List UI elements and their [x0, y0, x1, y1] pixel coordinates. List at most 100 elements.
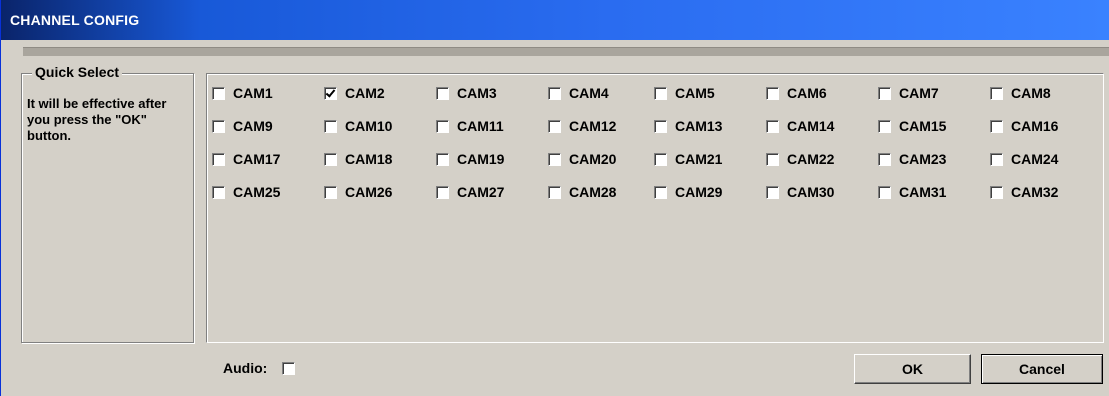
cam-checkbox-item[interactable]: CAM6 [766, 83, 827, 103]
cam-checkbox-item[interactable]: CAM10 [324, 116, 392, 136]
cam-checkbox-item[interactable]: CAM24 [990, 149, 1058, 169]
cam-checkbox[interactable] [878, 152, 891, 166]
cam-label: CAM18 [345, 151, 393, 167]
cam-label: CAM21 [675, 151, 723, 167]
cam-checkbox-item[interactable]: CAM2 [324, 83, 385, 103]
cam-checkbox-item[interactable]: CAM7 [878, 83, 939, 103]
audio-label: Audio: [223, 360, 268, 376]
cam-label: CAM1 [233, 85, 273, 101]
cam-checkbox-item[interactable]: CAM9 [212, 116, 273, 136]
cam-label: CAM12 [569, 118, 617, 134]
cam-checkbox[interactable] [212, 119, 225, 133]
cam-label: CAM4 [569, 85, 609, 101]
cam-checkbox-item[interactable]: CAM32 [990, 182, 1058, 202]
cam-checkbox[interactable] [878, 119, 891, 133]
cam-checkbox[interactable] [436, 119, 449, 133]
cam-checkbox-item[interactable]: CAM12 [548, 116, 616, 136]
cam-checkbox-item[interactable]: CAM3 [436, 83, 497, 103]
ok-button[interactable]: OK [854, 354, 971, 384]
cam-checkbox[interactable] [654, 185, 667, 199]
cam-checkbox-item[interactable]: CAM17 [212, 149, 280, 169]
cam-label: CAM11 [457, 118, 504, 134]
cam-checkbox-item[interactable]: CAM21 [654, 149, 722, 169]
cam-checkbox[interactable] [878, 86, 891, 100]
cam-checkbox[interactable] [654, 119, 667, 133]
cam-checkbox[interactable] [548, 119, 561, 133]
cam-label: CAM23 [899, 151, 947, 167]
cam-checkbox[interactable] [436, 185, 449, 199]
cam-label: CAM25 [233, 184, 281, 200]
cam-checkbox-item[interactable]: CAM18 [324, 149, 392, 169]
channel-config-window: CHANNEL CONFIG Quick Select It will be e… [0, 0, 1109, 396]
cam-checkbox-item[interactable]: CAM25 [212, 182, 280, 202]
cam-checkbox[interactable] [548, 152, 561, 166]
cam-checkbox-item[interactable]: CAM5 [654, 83, 715, 103]
cam-checkbox-item[interactable]: CAM14 [766, 116, 834, 136]
cam-checkbox[interactable] [654, 152, 667, 166]
cam-checkbox[interactable] [878, 185, 891, 199]
cam-checkbox[interactable] [766, 185, 779, 199]
cam-label: CAM8 [1011, 85, 1051, 101]
cam-label: CAM7 [899, 85, 939, 101]
cam-checkbox-item[interactable]: CAM13 [654, 116, 722, 136]
cam-checkbox-item[interactable]: CAM26 [324, 182, 392, 202]
cam-checkbox[interactable] [436, 86, 449, 100]
cam-label: CAM30 [787, 184, 835, 200]
cam-label: CAM28 [569, 184, 617, 200]
cam-checkbox-item[interactable]: CAM1 [212, 83, 273, 103]
cam-checkbox-item[interactable]: CAM23 [878, 149, 946, 169]
cam-checkbox-item[interactable]: CAM29 [654, 182, 722, 202]
window-title: CHANNEL CONFIG [10, 12, 140, 28]
cam-checkbox[interactable] [990, 86, 1003, 100]
quick-select-legend: Quick Select [32, 64, 123, 80]
cam-label: CAM26 [345, 184, 393, 200]
cam-checkbox[interactable] [990, 152, 1003, 166]
cam-checkbox[interactable] [324, 152, 337, 166]
cam-checkbox-item[interactable]: CAM11 [436, 116, 504, 136]
cam-checkbox[interactable] [548, 185, 561, 199]
cam-label: CAM14 [787, 118, 835, 134]
cam-checkbox[interactable] [990, 119, 1003, 133]
cam-label: CAM9 [233, 118, 273, 134]
cam-label: CAM31 [899, 184, 947, 200]
cam-checkbox-item[interactable]: CAM15 [878, 116, 946, 136]
cam-checkbox-item[interactable]: CAM27 [436, 182, 504, 202]
cam-label: CAM29 [675, 184, 723, 200]
cancel-button[interactable]: Cancel [981, 354, 1103, 384]
cam-label: CAM2 [345, 85, 385, 101]
cam-checkbox-item[interactable]: CAM31 [878, 182, 946, 202]
cam-label: CAM3 [457, 85, 497, 101]
cam-label: CAM20 [569, 151, 617, 167]
cam-checkbox-item[interactable]: CAM4 [548, 83, 609, 103]
cam-checkbox[interactable] [212, 152, 225, 166]
cam-checkbox[interactable] [324, 119, 337, 133]
cam-checkbox-item[interactable]: CAM22 [766, 149, 834, 169]
cam-label: CAM6 [787, 85, 827, 101]
cam-checkbox[interactable] [548, 86, 561, 100]
cam-label: CAM13 [675, 118, 723, 134]
cam-checkbox-item[interactable]: CAM8 [990, 83, 1051, 103]
cam-checkbox[interactable] [654, 86, 667, 100]
cam-checkbox-item[interactable]: CAM19 [436, 149, 504, 169]
cam-label: CAM24 [1011, 151, 1059, 167]
cam-label: CAM27 [457, 184, 505, 200]
cam-checkbox[interactable] [990, 185, 1003, 199]
cam-checkbox-item[interactable]: CAM20 [548, 149, 616, 169]
cam-checkbox[interactable] [766, 152, 779, 166]
quick-select-text: It will be effective after you press the… [27, 96, 167, 143]
title-bar[interactable]: CHANNEL CONFIG [1, 0, 1109, 40]
cam-checkbox[interactable] [212, 185, 225, 199]
cam-checkbox[interactable] [212, 86, 225, 100]
cam-checkbox-item[interactable]: CAM30 [766, 182, 834, 202]
cam-checkbox-item[interactable]: CAM28 [548, 182, 616, 202]
camera-panel: CAM1 CAM2 CAM3 CAM4 CAM5 CAM6 CAM7 CAM8 CAM9 CAM1… [206, 73, 1104, 343]
cam-checkbox[interactable] [766, 119, 779, 133]
cam-checkbox[interactable] [766, 86, 779, 100]
top-strip [23, 47, 1109, 56]
audio-checkbox[interactable] [282, 362, 295, 375]
cam-checkbox[interactable] [436, 152, 449, 166]
cam-checkbox-item[interactable]: CAM16 [990, 116, 1058, 136]
cam-checkbox[interactable] [324, 185, 337, 199]
cam-checkbox[interactable] [324, 86, 337, 100]
cam-label: CAM10 [345, 118, 393, 134]
